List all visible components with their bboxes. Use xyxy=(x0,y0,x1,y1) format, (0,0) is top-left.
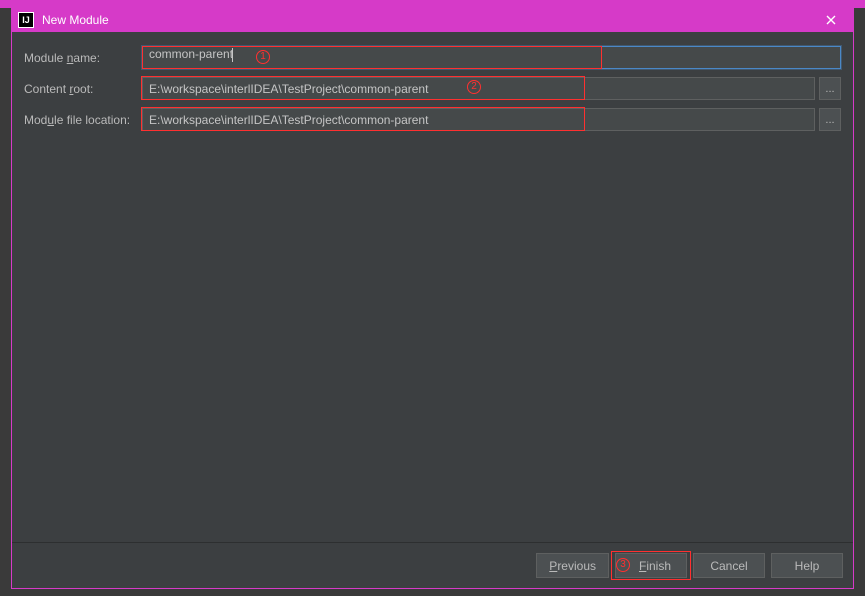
content-root-browse-button[interactable]: ... xyxy=(819,77,841,100)
dialog-footer: Previous Finish 3 Cancel Help xyxy=(12,542,853,588)
annotation-marker-1: 1 xyxy=(256,50,270,64)
app-icon: IJ xyxy=(18,12,34,28)
text-caret xyxy=(232,48,233,62)
module-file-location-label: Module file location: xyxy=(24,113,142,127)
module-file-location-input[interactable] xyxy=(142,108,815,131)
help-button[interactable]: Help xyxy=(771,553,843,578)
module-name-row: Module name: common-parent 1 xyxy=(24,46,841,69)
content-root-row: Content root: 2 ... xyxy=(24,77,841,100)
cancel-button[interactable]: Cancel xyxy=(693,553,765,578)
titlebar[interactable]: IJ New Module xyxy=(12,8,853,32)
module-name-input[interactable]: common-parent 1 xyxy=(142,46,841,69)
dialog-title: New Module xyxy=(42,13,815,27)
dialog-content: Module name: common-parent 1 Content roo… xyxy=(12,32,853,542)
content-root-input[interactable] xyxy=(142,77,815,100)
module-file-location-browse-button[interactable]: ... xyxy=(819,108,841,131)
content-root-label: Content root: xyxy=(24,82,142,96)
close-icon[interactable] xyxy=(815,8,847,32)
previous-button[interactable]: Previous xyxy=(536,553,609,578)
module-name-label: Module name: xyxy=(24,51,142,65)
module-name-value: common-parent xyxy=(149,47,233,61)
finish-button[interactable]: Finish xyxy=(615,553,687,578)
new-module-dialog: IJ New Module Module name: common-parent… xyxy=(11,7,854,589)
module-file-location-row: Module file location: ... xyxy=(24,108,841,131)
